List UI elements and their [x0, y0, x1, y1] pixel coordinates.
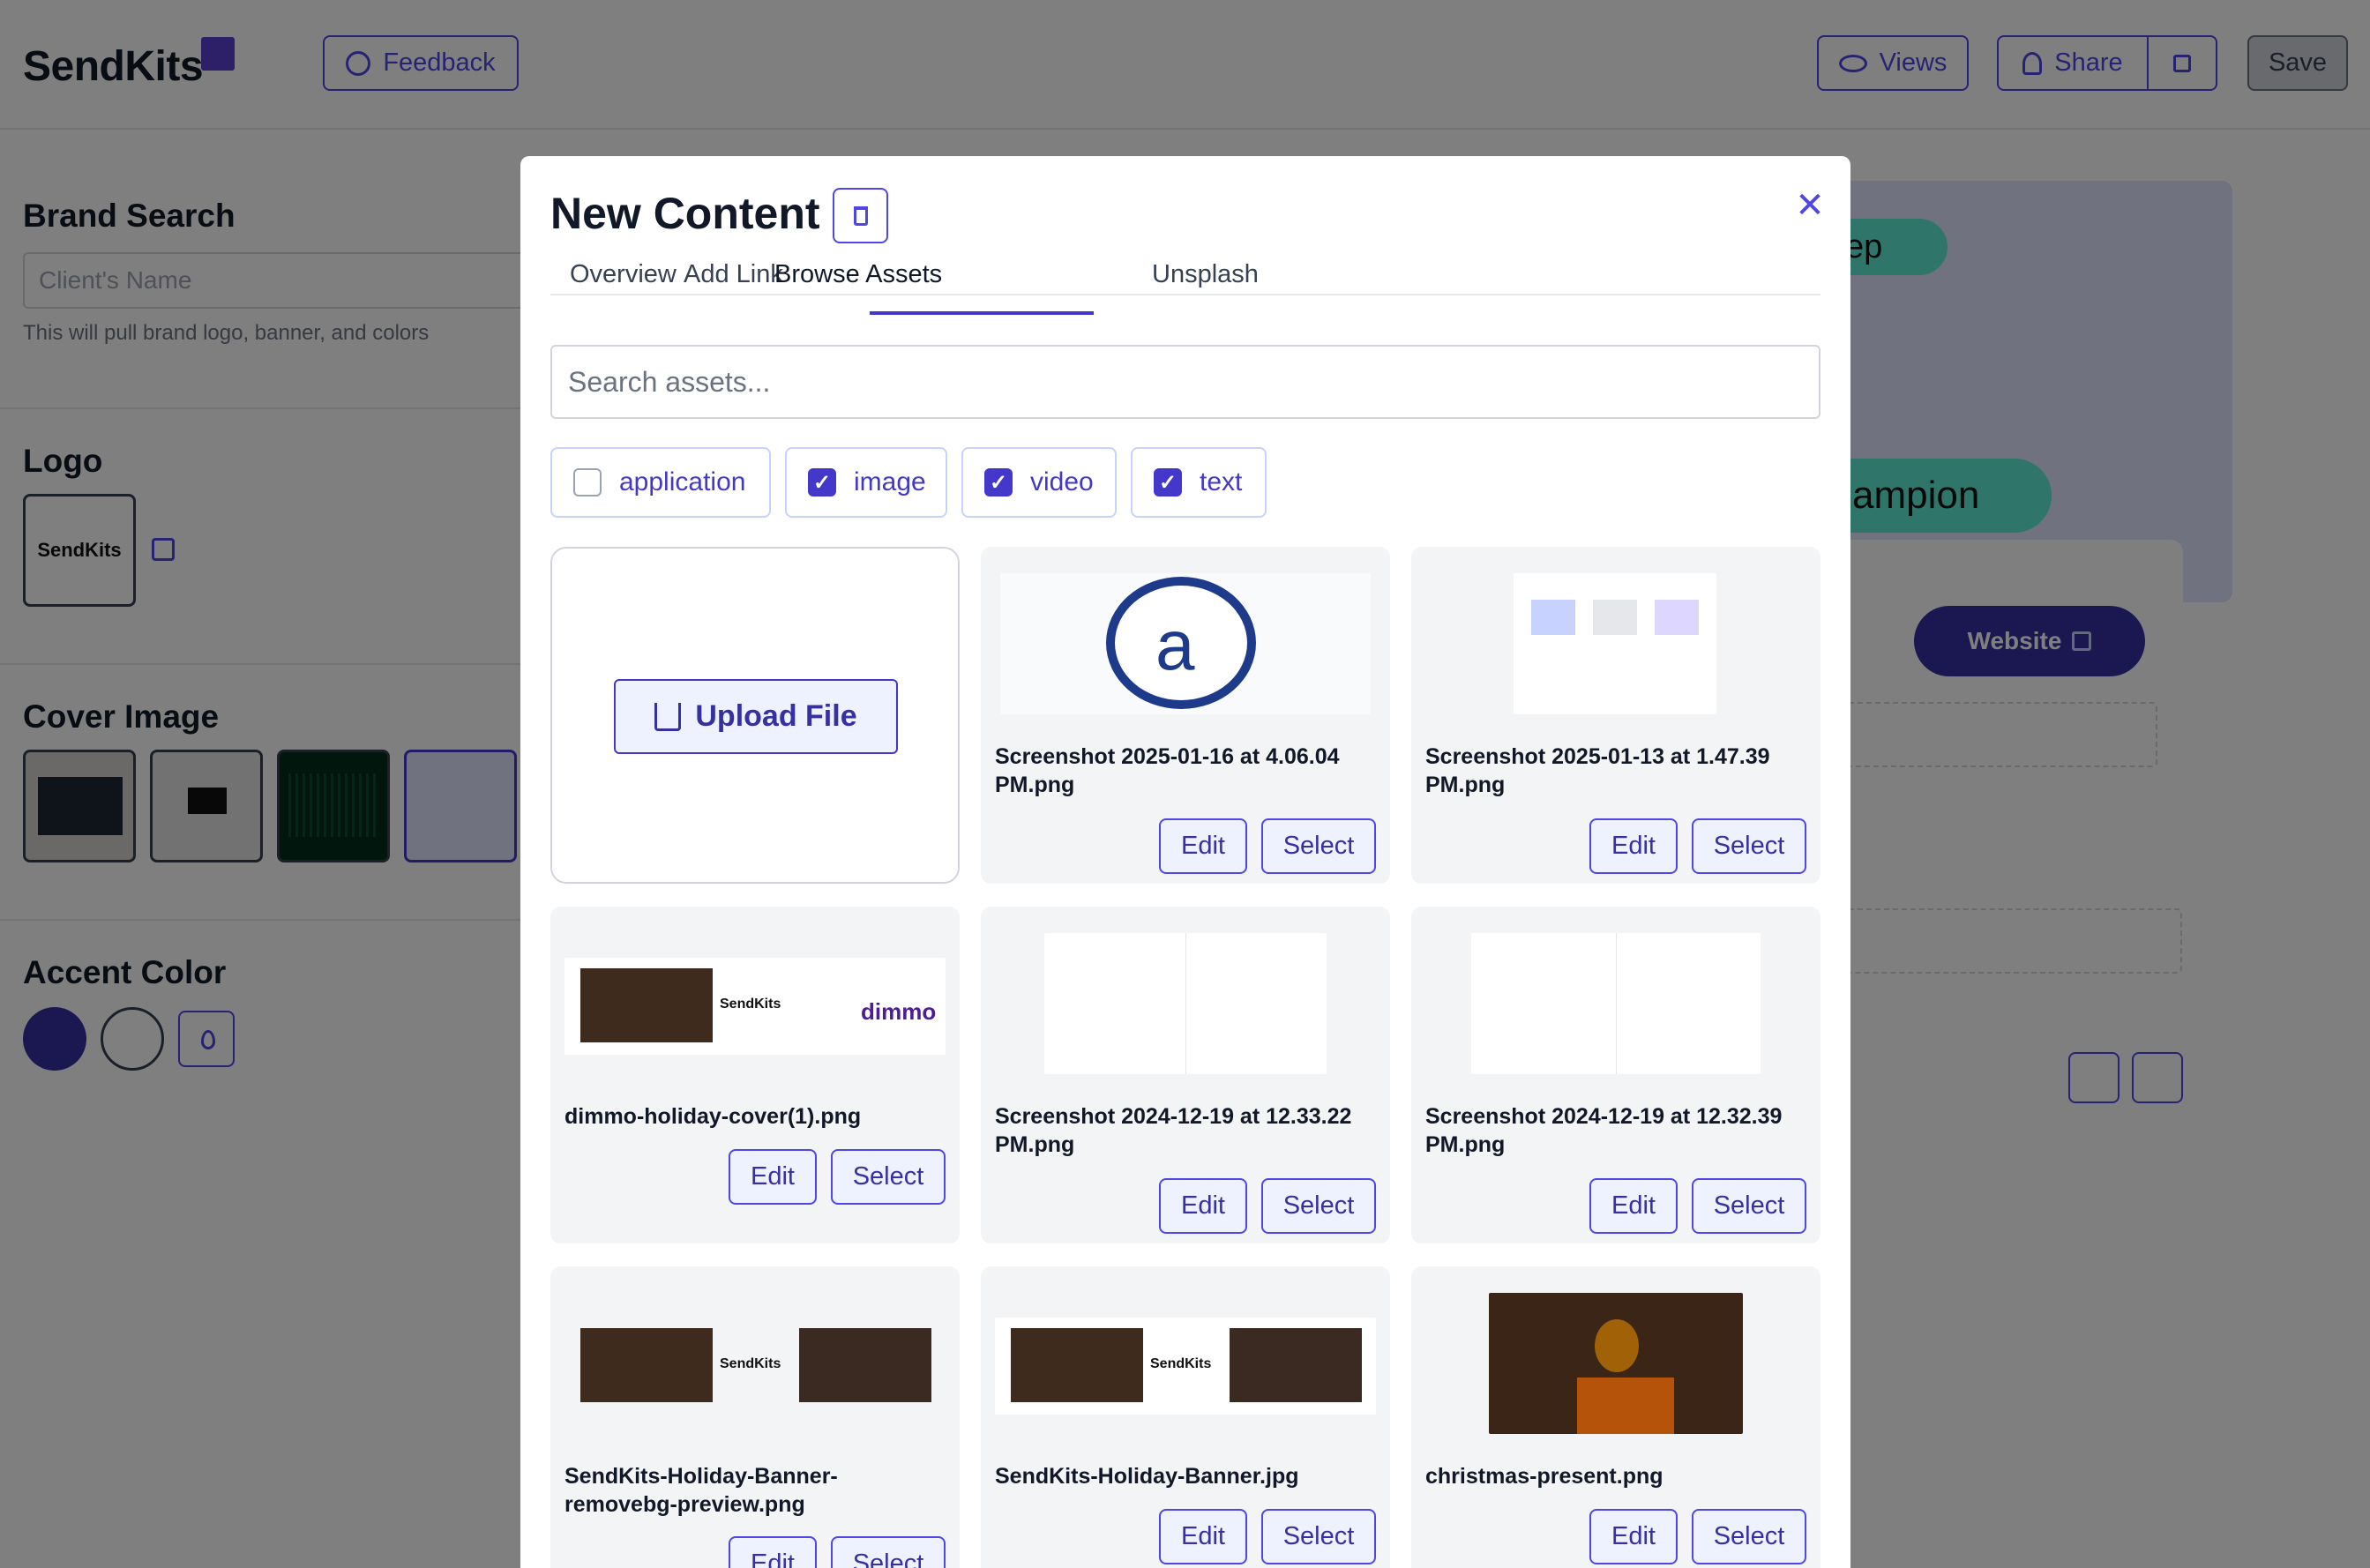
asset-card: SendKits SendKits-Holiday-Banner-removeb…: [550, 1266, 960, 1568]
filter-application[interactable]: application: [550, 447, 771, 518]
select-button[interactable]: Select: [831, 1536, 946, 1568]
asset-thumbnail: SendKits: [564, 1318, 946, 1415]
upload-icon: [654, 702, 682, 731]
checkbox-checked[interactable]: ✓: [984, 468, 1013, 497]
asset-name: Screenshot 2025-01-13 at 1.47.39 PM.png: [1425, 744, 1770, 797]
asset-thumbnail: a: [1000, 573, 1371, 714]
select-button[interactable]: Select: [1692, 818, 1806, 874]
tab-unsplash[interactable]: Unsplash: [1152, 260, 1259, 295]
asset-card: christmas-present.png Edit Select: [1411, 1266, 1820, 1568]
asset-name: Screenshot 2024-12-19 at 12.33.22 PM.png: [995, 1104, 1352, 1157]
tab-browse-assets[interactable]: Browse Assets: [774, 260, 942, 295]
select-button[interactable]: Select: [1692, 1178, 1806, 1234]
asset-card: Screenshot 2024-12-19 at 12.33.22 PM.png…: [981, 907, 1390, 1243]
modal-title: New Content: [550, 189, 820, 238]
checkbox-checked[interactable]: ✓: [1154, 468, 1182, 497]
select-button[interactable]: Select: [1692, 1509, 1806, 1564]
asset-thumbnail: [1489, 1293, 1743, 1434]
edit-button[interactable]: Edit: [1589, 818, 1678, 874]
asset-search-input[interactable]: Search assets...: [550, 345, 1820, 419]
edit-button[interactable]: Edit: [729, 1536, 817, 1568]
modal-tabs: Overview Add Link Browse Assets Unsplash: [550, 260, 1820, 295]
filter-image[interactable]: ✓ image: [785, 447, 947, 518]
select-button[interactable]: Select: [831, 1149, 946, 1205]
asset-card: Screenshot 2024-12-19 at 12.32.39 PM.png…: [1411, 907, 1820, 1243]
edit-button[interactable]: Edit: [1159, 1178, 1247, 1234]
tab-overview[interactable]: Overview: [570, 260, 677, 295]
asset-name: Screenshot 2025-01-16 at 4.06.04 PM.png: [995, 744, 1340, 797]
close-icon[interactable]: ✕: [1791, 186, 1829, 225]
asset-name: christmas-present.png: [1425, 1464, 1663, 1489]
asset-thumbnail: [1044, 933, 1327, 1074]
filter-video[interactable]: ✓ video: [961, 447, 1117, 518]
asset-name: dimmo-holiday-cover(1).png: [564, 1104, 862, 1129]
edit-button[interactable]: Edit: [1159, 1509, 1247, 1564]
asset-card: a Screenshot 2025-01-16 at 4.06.04 PM.pn…: [981, 547, 1390, 884]
trash-icon: [853, 205, 868, 226]
asset-thumbnail: SendKits dimmo: [564, 958, 946, 1055]
delete-button[interactable]: [833, 188, 888, 243]
asset-card: SendKits dimmo dimmo-holiday-cover(1).pn…: [550, 907, 960, 1243]
upload-file-button[interactable]: Upload File: [614, 679, 898, 754]
asset-name: SendKits-Holiday-Banner-removebg-preview…: [564, 1464, 838, 1517]
active-tab-indicator: [870, 311, 1094, 315]
select-button[interactable]: Select: [1261, 1178, 1376, 1234]
asset-thumbnail: SendKits: [995, 1318, 1376, 1415]
edit-button[interactable]: Edit: [1159, 818, 1247, 874]
checkbox[interactable]: [573, 468, 602, 497]
asset-card: SendKits SendKits-Holiday-Banner.jpg Edi…: [981, 1266, 1390, 1568]
asset-name: Screenshot 2024-12-19 at 12.32.39 PM.png: [1425, 1104, 1783, 1157]
edit-button[interactable]: Edit: [1589, 1509, 1678, 1564]
edit-button[interactable]: Edit: [729, 1149, 817, 1205]
filter-text[interactable]: ✓ text: [1131, 447, 1267, 518]
checkbox-checked[interactable]: ✓: [808, 468, 836, 497]
new-content-modal: New Content ✕ Overview Add Link Browse A…: [520, 156, 1850, 1568]
asset-thumbnail: [1471, 933, 1761, 1074]
edit-button[interactable]: Edit: [1589, 1178, 1678, 1234]
select-button[interactable]: Select: [1261, 818, 1376, 874]
upload-card: Upload File: [550, 547, 960, 884]
select-button[interactable]: Select: [1261, 1509, 1376, 1564]
tab-add-link[interactable]: Add Link: [684, 260, 783, 295]
asset-thumbnail: [1514, 573, 1716, 714]
asset-card: Screenshot 2025-01-13 at 1.47.39 PM.png …: [1411, 547, 1820, 884]
asset-name: SendKits-Holiday-Banner.jpg: [995, 1464, 1299, 1489]
